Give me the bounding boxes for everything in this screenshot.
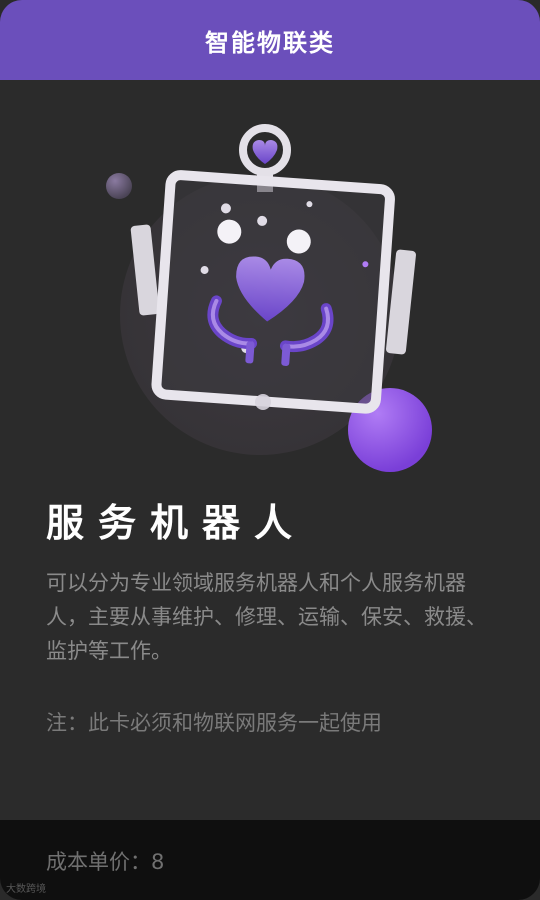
card-description: 可以分为专业领域服务机器人和个人服务机器人，主要从事维护、修理、运输、保安、救援…	[46, 571, 487, 663]
card-header: 智能物联类	[0, 0, 540, 80]
card-footer: 成本单价：8 大数跨境	[0, 820, 540, 900]
service-robot-heart-icon	[95, 110, 445, 480]
watermark: 大数跨境	[6, 884, 46, 895]
card: 智能物联类 服务机器人 可以分为专业领域服务机器人和个人服务机器人，主要从事维护…	[0, 0, 540, 900]
cost-label: 成本单价：	[46, 850, 151, 874]
usage-note: 注：此卡必须和物联网服务一起使用	[46, 711, 382, 735]
cost-value: 8	[151, 850, 165, 874]
cost-price: 成本单价：8	[46, 846, 164, 876]
category-title: 智能物联类	[205, 28, 335, 57]
card-title: 服务机器人	[46, 501, 307, 545]
